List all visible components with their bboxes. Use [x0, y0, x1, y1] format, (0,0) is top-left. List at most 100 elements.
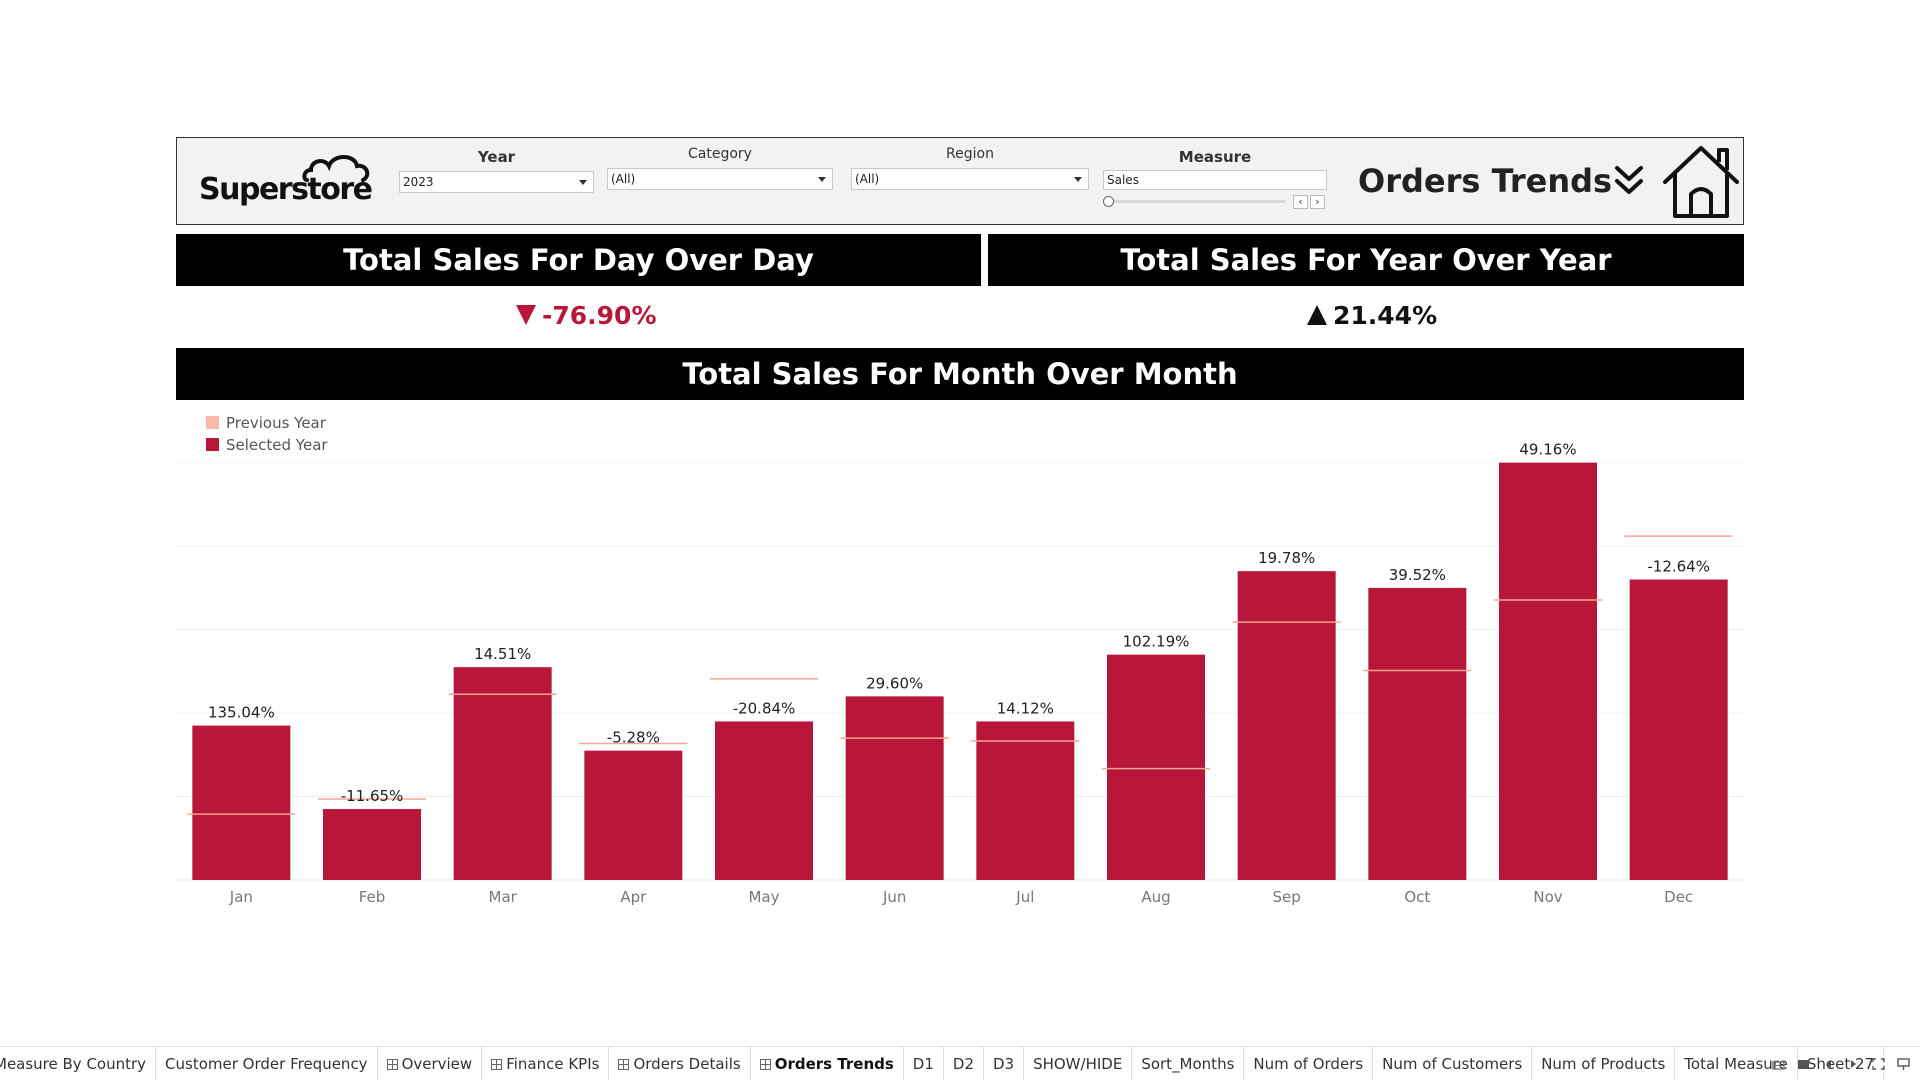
bar-dec[interactable] [1629, 579, 1728, 880]
bar-feb[interactable] [323, 809, 421, 880]
mom-banner: Total Sales For Month Over Month [176, 348, 1744, 400]
logo-text: Superstore [199, 172, 373, 207]
tab-label: Customer Order Frequency [165, 1055, 368, 1073]
sheet-tab-bar: Measure By Country Customer Order Frequen… [0, 1046, 1920, 1080]
tab-show-hide[interactable]: SHOW/HIDE [1024, 1047, 1133, 1080]
dod-kpi: -76.90% [516, 298, 657, 334]
arrow-right-icon[interactable] [1847, 1057, 1860, 1071]
measure-input[interactable]: Sales [1103, 170, 1327, 190]
x-tick-label: Dec [1664, 888, 1693, 906]
header-bar: Superstore Year 2023 Category (All) Regi… [176, 137, 1744, 225]
x-tick-label: Oct [1404, 888, 1430, 906]
legend-swatch [206, 416, 219, 429]
sheet-tabs: Measure By Country Customer Order Frequen… [0, 1047, 1885, 1080]
bar-aug[interactable] [1107, 654, 1205, 880]
tab-d3[interactable]: D3 [984, 1047, 1025, 1080]
region-label: Region [946, 146, 994, 162]
tab-label: Num of Products [1541, 1055, 1666, 1073]
region-filter: Region (All) [851, 138, 1089, 226]
bar-oct[interactable] [1368, 587, 1467, 880]
tab-label: Num of Orders [1253, 1055, 1364, 1073]
legend-item-previous-year[interactable]: Previous Year [206, 412, 328, 434]
slider-track [1109, 200, 1285, 203]
dashboard: Superstore Year 2023 Category (All) Regi… [0, 0, 1920, 1080]
x-tick-label: May [748, 888, 779, 906]
mom-bar-chart: 135.04% Jan -11.65% Feb 14.51% Mar -5.28% Apr -2… [176, 441, 1744, 906]
year-label: Year [477, 148, 516, 166]
tab-label: Overview [401, 1055, 473, 1073]
data-label: 29.60% [866, 674, 923, 692]
tab-num-of-products[interactable]: Num of Products [1532, 1047, 1676, 1080]
bar-nov[interactable] [1499, 462, 1597, 880]
dod-value: -76.90% [542, 301, 657, 330]
region-dropdown[interactable]: (All) [851, 168, 1089, 190]
caret-down-icon [818, 177, 826, 182]
tab-sort-months[interactable]: Sort_Months [1132, 1047, 1245, 1080]
tab-num-of-orders[interactable]: Num of Orders [1244, 1047, 1374, 1080]
year-dropdown[interactable]: 2023 [399, 171, 594, 193]
measure-filter: Measure Sales ‹ › [1103, 138, 1327, 226]
bar-jun[interactable] [845, 696, 944, 880]
bar-sep[interactable] [1237, 571, 1336, 880]
page-title: Orders Trends [1358, 162, 1613, 200]
x-tick-label: Jan [229, 888, 253, 906]
bar-may[interactable] [715, 721, 813, 880]
x-tick-label: Jun [882, 888, 906, 906]
tab-label: Num of Customers [1382, 1055, 1523, 1073]
tab-customer-order-frequency[interactable]: Customer Order Frequency [156, 1047, 378, 1080]
region-value: (All) [855, 172, 880, 186]
x-tick-label: Aug [1141, 888, 1170, 906]
category-label: Category [688, 146, 752, 162]
x-tick-label: Sep [1273, 888, 1301, 906]
measure-label: Measure [1178, 148, 1252, 166]
filmstrip-icon[interactable] [1797, 1057, 1810, 1071]
data-label: -11.65% [341, 787, 404, 805]
data-label: -5.28% [607, 729, 660, 747]
data-label: 49.16% [1519, 441, 1576, 459]
yoy-kpi: 21.44% [1307, 298, 1437, 334]
tab-measure-by-country[interactable]: Measure By Country [0, 1047, 157, 1080]
data-label: 102.19% [1123, 633, 1190, 651]
dod-banner: Total Sales For Day Over Day [176, 234, 981, 286]
category-dropdown[interactable]: (All) [607, 168, 833, 190]
tab-label: Sort_Months [1141, 1055, 1235, 1073]
tab-orders-details[interactable]: Orders Details [609, 1047, 751, 1080]
tab-label: Orders Details [633, 1055, 741, 1073]
bar-jul[interactable] [976, 721, 1075, 880]
year-filter: Year 2023 [399, 138, 594, 226]
presentation-icon[interactable] [1897, 1057, 1910, 1071]
tab-d2[interactable]: D2 [944, 1047, 984, 1080]
chevron-left-icon[interactable]: ‹ [1293, 195, 1308, 209]
fullscreen-icon[interactable] [1872, 1057, 1885, 1071]
data-label: 14.12% [997, 699, 1054, 717]
x-tick-label: Apr [620, 888, 647, 906]
grid-view-icon[interactable] [1772, 1057, 1785, 1071]
tab-finance-kpis[interactable]: Finance KPIs [482, 1047, 610, 1080]
x-tick-label: Nov [1533, 888, 1562, 906]
double-chevron-down-icon[interactable] [1614, 163, 1644, 197]
chevron-right-icon[interactable]: › [1310, 195, 1325, 209]
tab-label: D1 [912, 1055, 934, 1073]
tab-overview[interactable]: Overview [378, 1047, 483, 1080]
tab-d1[interactable]: D1 [904, 1047, 944, 1080]
dashboard-grid-icon [759, 1059, 771, 1070]
data-label: 19.78% [1258, 549, 1315, 567]
tab-num-of-customers[interactable]: Num of Customers [1373, 1047, 1533, 1080]
bar-mar[interactable] [453, 667, 552, 880]
triangle-up-icon [1307, 305, 1327, 325]
bar-apr[interactable] [584, 750, 683, 880]
tab-controls [1772, 1057, 1910, 1073]
home-icon[interactable] [1661, 142, 1741, 220]
tab-label: Finance KPIs [506, 1055, 600, 1073]
arrow-left-icon[interactable] [1822, 1057, 1835, 1071]
measure-slider[interactable]: ‹ › [1103, 195, 1327, 209]
legend-label: Selected Year [226, 436, 328, 454]
data-label: 39.52% [1389, 566, 1446, 584]
slider-handle[interactable] [1103, 196, 1114, 207]
caret-down-icon [1074, 177, 1082, 182]
bar-jan[interactable] [192, 725, 291, 880]
tab-orders-trends[interactable]: Orders Trends [750, 1047, 904, 1080]
legend-item-selected-year[interactable]: Selected Year [206, 434, 328, 456]
tab-label: D3 [992, 1055, 1015, 1073]
triangle-down-icon [516, 305, 536, 325]
